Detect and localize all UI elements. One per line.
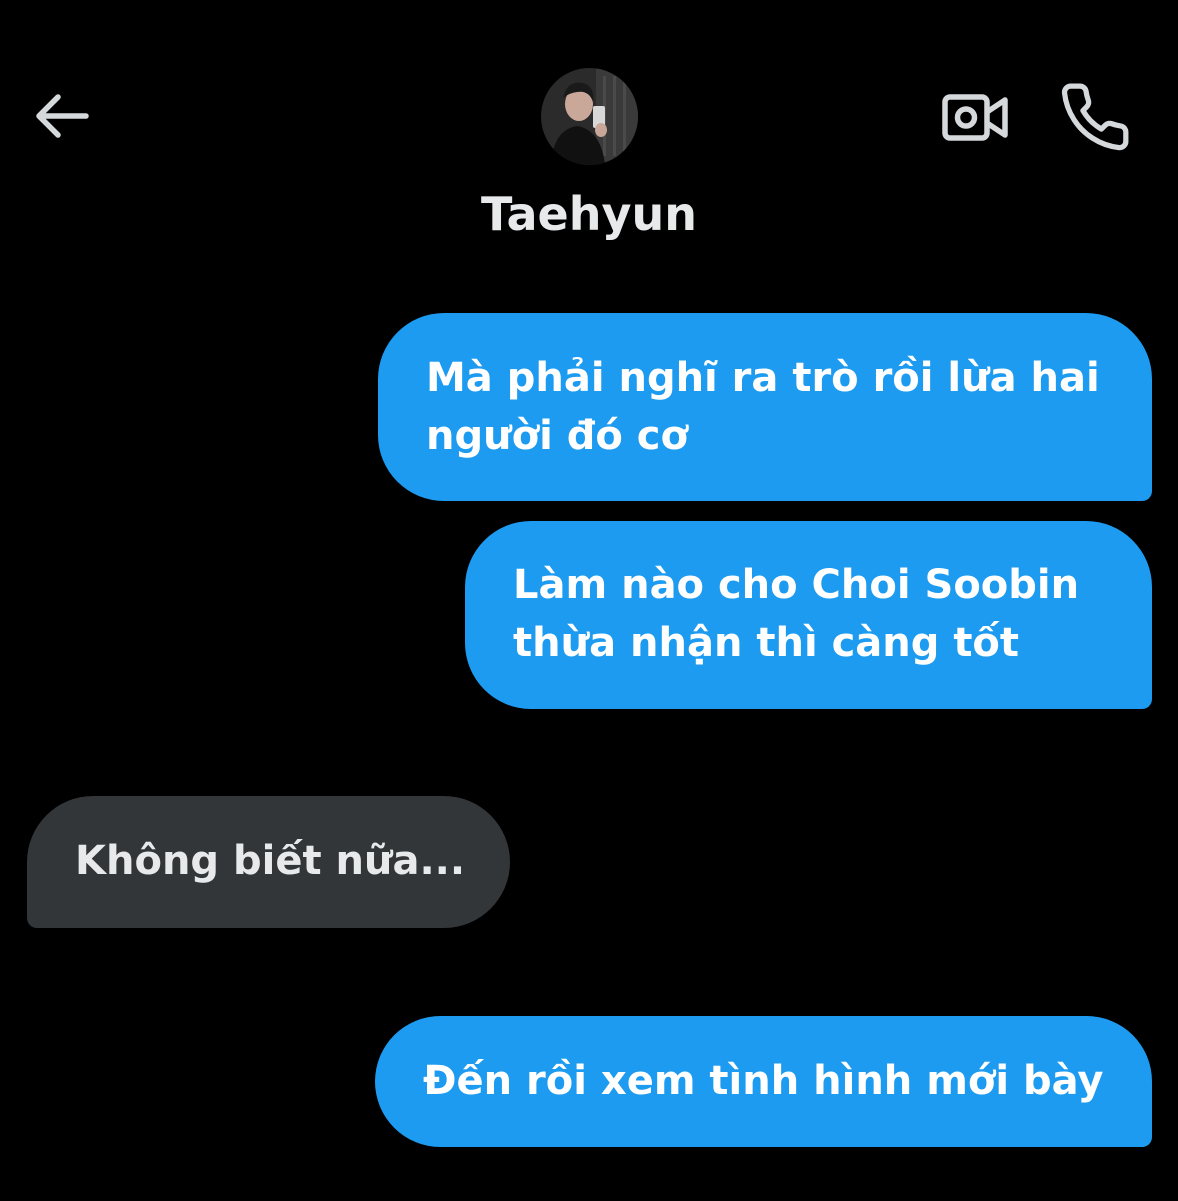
back-button[interactable] — [30, 88, 94, 144]
phone-icon — [1061, 83, 1129, 151]
message-bubble-received[interactable]: Không biết nữa... — [27, 796, 510, 928]
message-bubble-sent[interactable]: Đến rồi xem tình hình mới bày — [375, 1016, 1152, 1147]
message-bubble-sent[interactable]: Mà phải nghĩ ra trò rồi lừa hai người đó… — [378, 313, 1152, 501]
profile-photo — [541, 68, 638, 165]
avatar[interactable] — [541, 68, 638, 165]
video-call-button[interactable] — [940, 88, 1010, 146]
video-camera-icon — [942, 94, 1008, 141]
voice-call-button[interactable] — [1058, 80, 1132, 154]
message-bubble-sent[interactable]: Làm nào cho Choi Soobin thừa nhận thì cà… — [465, 521, 1152, 709]
contact-name[interactable]: Taehyun — [389, 184, 789, 244]
arrow-left-icon — [36, 94, 89, 138]
